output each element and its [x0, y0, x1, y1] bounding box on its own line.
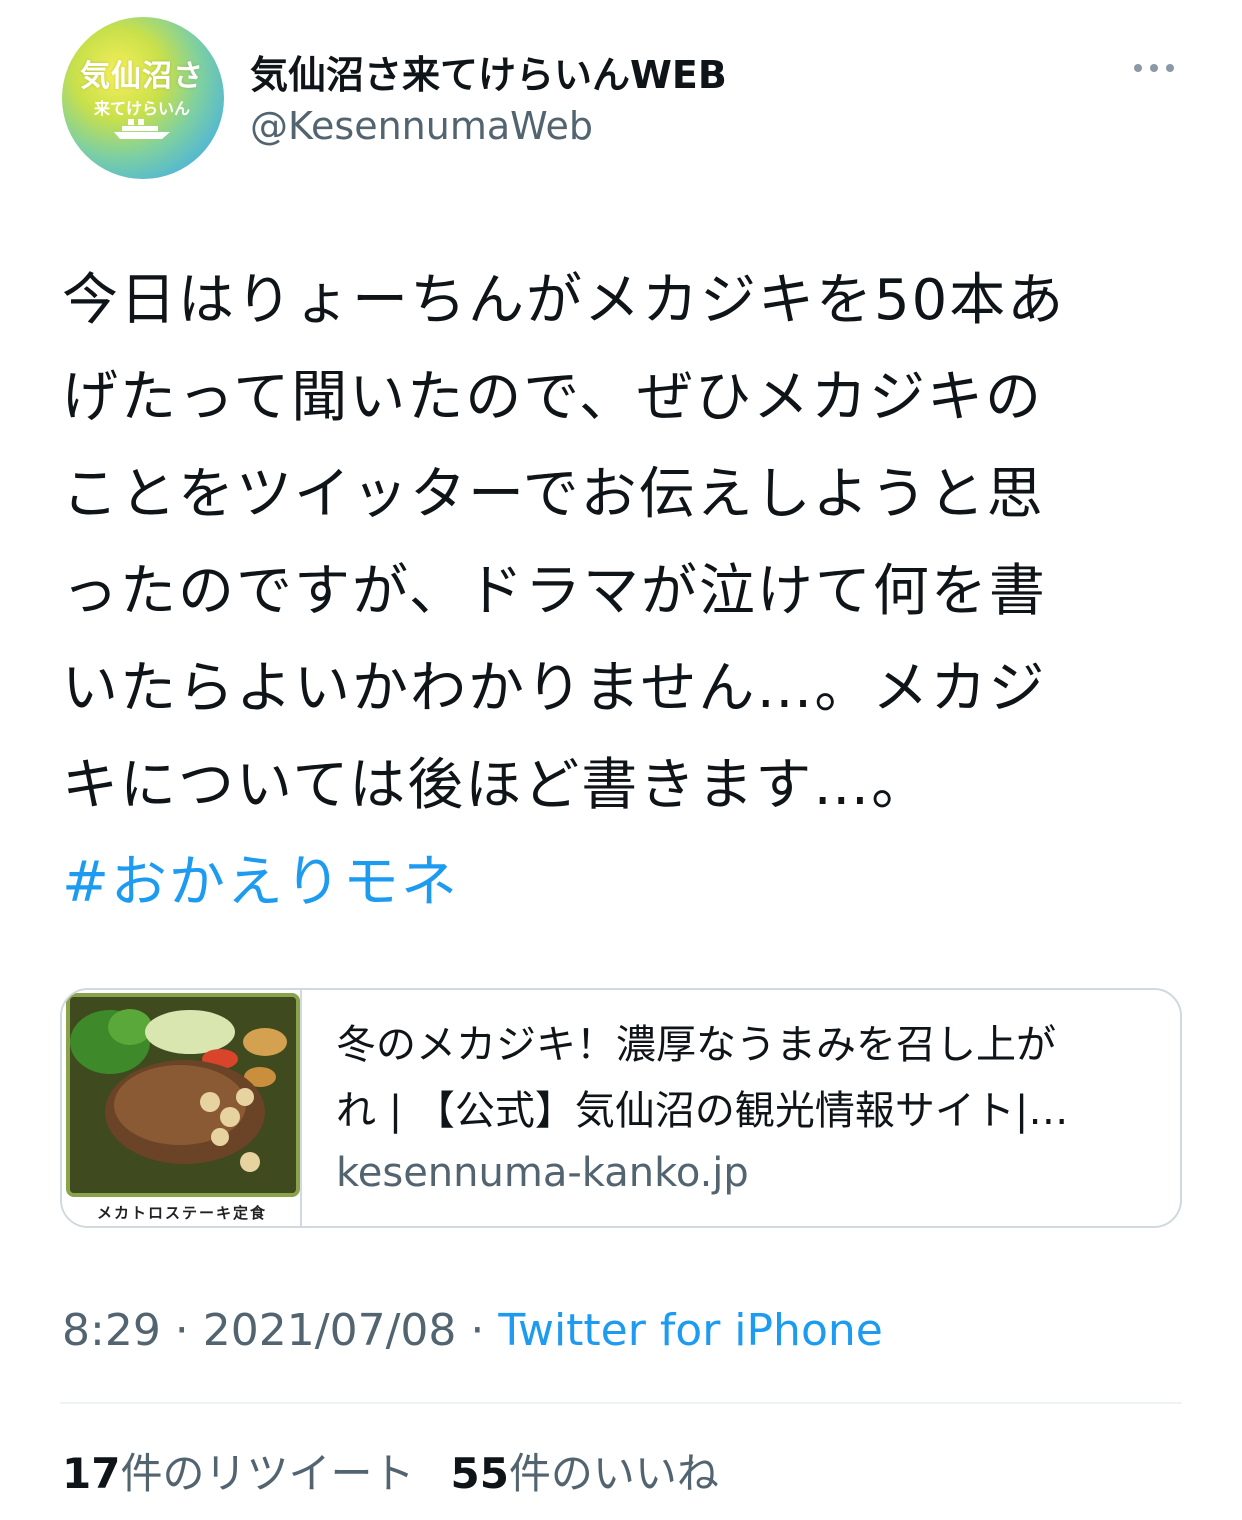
tweet-text: 今日はりょーちんがメカジキを50本あ げたって聞いたので、ぜひメカジキの ことを…	[62, 252, 1182, 931]
avatar[interactable]: 気仙沼さ 来てけらいん	[62, 17, 224, 179]
tweet-source-link[interactable]: Twitter for iPhone	[498, 1305, 882, 1356]
avatar-logo-text: 気仙沼さ	[80, 59, 204, 94]
tweet-text-line: げたって聞いたので、ぜひメカジキの	[62, 365, 1043, 430]
divider	[60, 1402, 1182, 1404]
tweet-time[interactable]: 8:29	[62, 1305, 161, 1356]
likes-stat[interactable]: 55件のいいね	[450, 1449, 718, 1498]
tweet-text-line: いたらよいかわかりません…。メカジ	[62, 656, 1047, 721]
more-horizontal-icon[interactable]	[1130, 58, 1178, 78]
link-card[interactable]: メカトロステーキ定食 冬のメカジキ！濃厚なうまみを召し上が れ | 【公式】気仙…	[60, 988, 1182, 1228]
tweet-meta: 8:29 · 2021/07/08 · Twitter for iPhone	[62, 1305, 883, 1356]
ship-icon	[114, 119, 170, 139]
link-card-title: 冬のメカジキ！濃厚なうまみを召し上が れ | 【公式】気仙沼の観光情報サイト|…	[336, 1012, 1156, 1144]
tweet-text-line: キについては後ほど書きます…。	[62, 753, 930, 818]
retweets-count: 17	[62, 1449, 121, 1498]
retweets-stat[interactable]: 17件のリツイート	[62, 1449, 414, 1498]
link-card-title-line: 冬のメカジキ！濃厚なうまみを召し上が	[336, 1022, 1056, 1068]
meta-separator: ·	[160, 1305, 203, 1356]
meta-separator: ·	[456, 1305, 499, 1356]
tweet-text-line: ったのですが、ドラマが泣けて何を書	[62, 559, 1047, 624]
steak-photo	[66, 993, 300, 1197]
steak-illustration-icon	[70, 997, 296, 1193]
link-card-title-line: れ | 【公式】気仙沼の観光情報サイト|…	[336, 1088, 1069, 1134]
tweet-text-line: ことをツイッターでお伝えしようと思	[62, 462, 1045, 527]
engagement-stats: 17件のリツイート 55件のいいね	[62, 1440, 719, 1501]
tweet-text-line: 今日はりょーちんがメカジキを50本あ	[62, 268, 1066, 333]
likes-label: 件のいいね	[508, 1449, 719, 1498]
retweets-label: 件のリツイート	[120, 1449, 415, 1498]
avatar-logo-subtext: 来てけらいん	[94, 99, 191, 118]
display-name[interactable]: 気仙沼さ来てけらいんWEB	[250, 44, 727, 99]
thumbnail-caption: メカトロステーキ定食	[96, 1204, 267, 1222]
tweet-date[interactable]: 2021/07/08	[203, 1305, 457, 1356]
likes-count: 55	[450, 1449, 509, 1498]
link-card-domain: kesennuma-kanko.jp	[336, 1150, 749, 1196]
hashtag-link[interactable]: #おかえりモネ	[62, 834, 1182, 931]
link-card-thumbnail: メカトロステーキ定食	[62, 990, 302, 1226]
account-handle[interactable]: @KesennumaWeb	[250, 104, 593, 148]
